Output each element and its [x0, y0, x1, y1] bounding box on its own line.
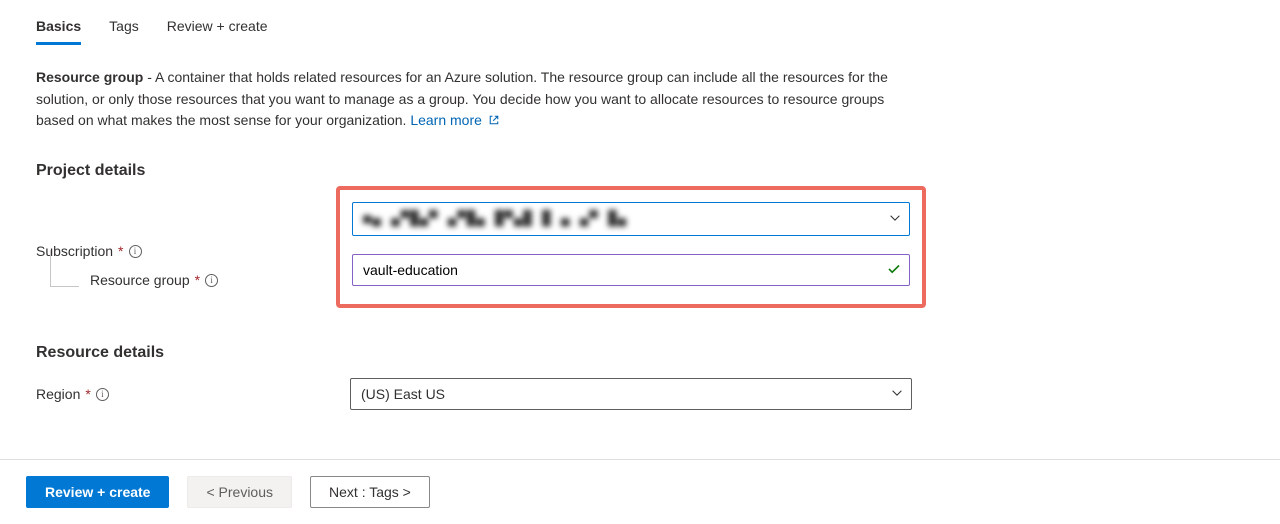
resource-group-description: Resource group - A container that holds … — [36, 67, 916, 132]
checkmark-icon — [886, 261, 902, 280]
info-icon[interactable]: i — [129, 245, 142, 258]
region-value: (US) East US — [361, 386, 445, 402]
external-link-icon — [488, 111, 500, 123]
required-indicator: * — [85, 386, 90, 402]
previous-button[interactable]: < Previous — [187, 476, 292, 508]
section-resource-details: Resource details — [36, 344, 1244, 362]
next-button[interactable]: Next : Tags > — [310, 476, 430, 508]
tab-review-create[interactable]: Review + create — [167, 18, 268, 44]
tab-tags[interactable]: Tags — [109, 18, 139, 44]
region-select[interactable]: (US) East US — [350, 378, 912, 410]
subscription-value: ■▄ ▄▀█▄▀ ▄▀█▄ █▀▄█ █ ▄ ▄▀ █▄ — [363, 211, 627, 227]
chevron-down-icon — [890, 386, 904, 403]
resource-group-label: Resource group — [90, 272, 190, 288]
info-icon[interactable]: i — [96, 388, 109, 401]
description-lead: Resource group — [36, 69, 143, 85]
required-indicator: * — [118, 243, 123, 259]
required-indicator: * — [195, 272, 200, 288]
resource-group-input[interactable] — [352, 254, 910, 286]
subscription-select[interactable]: ■▄ ▄▀█▄▀ ▄▀█▄ █▀▄█ █ ▄ ▄▀ █▄ — [352, 202, 910, 236]
wizard-footer: Review + create < Previous Next : Tags > — [0, 459, 1280, 524]
review-create-button[interactable]: Review + create — [26, 476, 169, 508]
tab-bar: Basics Tags Review + create — [36, 18, 1244, 45]
learn-more-link[interactable]: Learn more — [410, 112, 499, 128]
info-icon[interactable]: i — [205, 274, 218, 287]
region-label: Region — [36, 386, 80, 402]
tab-basics[interactable]: Basics — [36, 18, 81, 44]
section-project-details: Project details — [36, 162, 1244, 180]
chevron-down-icon — [888, 211, 902, 228]
highlighted-fields: ■▄ ▄▀█▄▀ ▄▀█▄ █▀▄█ █ ▄ ▄▀ █▄ — [336, 186, 926, 308]
